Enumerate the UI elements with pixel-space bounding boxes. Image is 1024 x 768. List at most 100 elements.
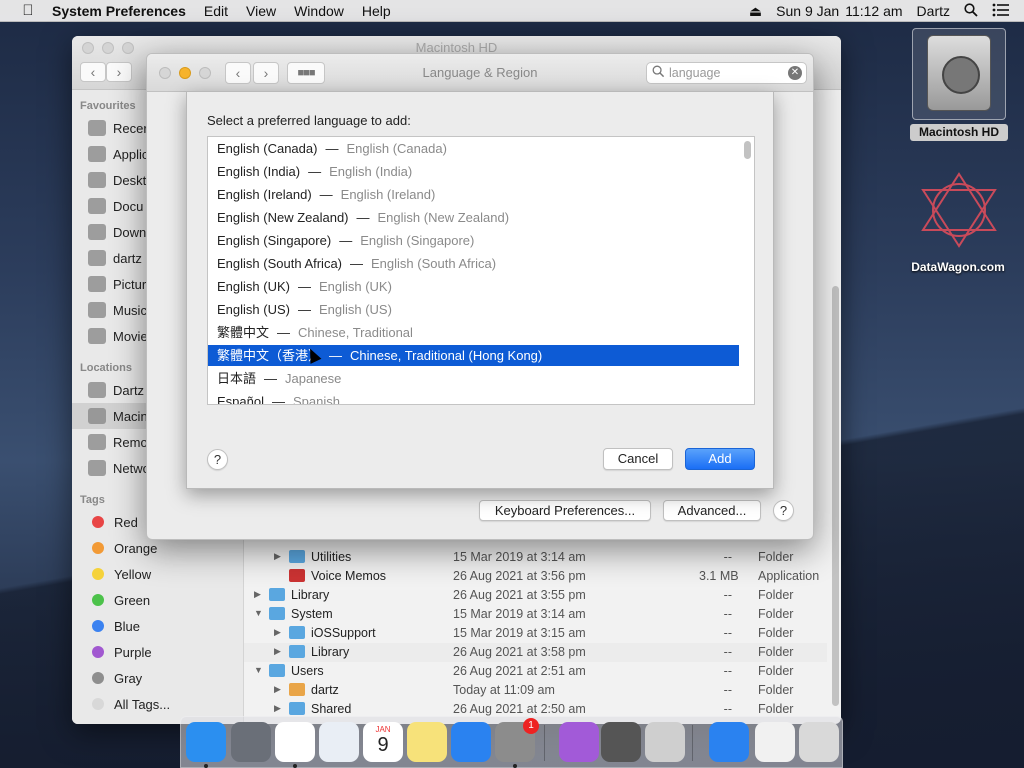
sidebar-item-documents[interactable]: Docu [88,193,143,219]
menu-window[interactable]: Window [294,3,344,19]
sidebar-item-applications[interactable]: Applic [88,141,148,167]
notes-icon[interactable] [407,722,447,762]
spotlight-icon[interactable] [964,2,978,20]
add-language-sheet: Select a preferred language to add: Espa… [186,91,774,489]
table-row[interactable]: Voice Memos 26 Aug 2021 at 3:56 pm 3.1 MB A… [244,567,827,586]
sidebar-tag-4[interactable]: Blue [88,613,140,639]
sidebar-item-remote-disc[interactable]: Remo [88,429,148,455]
sidebar-tag-1[interactable]: Orange [88,535,157,561]
row-kind: Application [758,569,820,583]
sidebar-item-recents[interactable]: Recer [88,115,148,141]
chrome-icon[interactable] [275,722,315,762]
language-list[interactable]: Español — Spanish 日本語 — Japanese 繁體中文（香港） — Chin… [207,136,755,405]
prefs-help-button[interactable]: ? [773,500,794,521]
app-store-folder-icon[interactable] [709,722,749,762]
language-item[interactable]: 繁體中文（香港） — Chinese, Traditional (Hong Kong… [208,345,739,366]
sidebar-item-computer[interactable]: Dartz [88,377,144,403]
disclosure-open-icon[interactable]: ▼ [254,608,263,618]
datawagon-label[interactable]: DataWagon.com [896,260,1020,274]
language-item[interactable]: English (India) — English (India) [208,161,739,182]
language-native-name: English (Ireland) [217,187,312,202]
language-item[interactable]: English (New Zealand) — English (New Zeala… [208,207,739,228]
table-row[interactable]: ▼ Users 26 Aug 2021 at 2:51 am -- Folder [244,662,827,681]
menu-user[interactable]: Dartz [917,3,950,19]
computer-icon [88,382,106,398]
sidebar-tag-7[interactable]: All Tags... [88,691,170,717]
sidebar-item-network[interactable]: Netwo [88,455,150,481]
language-item[interactable]: 繁體中文 — Chinese, Traditional [208,322,739,343]
sidebar-item-home[interactable]: dartz [88,245,142,271]
menu-date[interactable]: Sun 9 Jan [776,3,839,19]
cancel-button[interactable]: Cancel [603,448,673,470]
language-native-name: English (New Zealand) [217,210,349,225]
sidebar-tag-3[interactable]: Green [88,587,150,613]
language-item[interactable]: English (UK) — English (UK) [208,276,739,297]
table-row[interactable]: ▶ dartz Today at 11:09 am -- Folder [244,681,827,700]
sheet-help-button[interactable]: ? [207,449,228,470]
sidebar-item-music[interactable]: Music [88,297,147,323]
table-row[interactable]: ▼ System 15 Mar 2019 at 3:14 am -- Folder [244,605,827,624]
row-name: Users [291,664,324,678]
eject-icon[interactable]: ⏏ [749,3,762,20]
table-row[interactable]: ▶ Library 26 Aug 2021 at 3:55 pm -- Folder [244,586,827,605]
search-input[interactable] [669,65,779,81]
sidebar-item-movies[interactable]: Movie [88,323,148,349]
automator-icon[interactable] [645,722,685,762]
sidebar-item-pictures[interactable]: Pictur [88,271,146,297]
disclosure-closed-icon[interactable]: ▶ [274,646,281,657]
trash-icon[interactable] [799,722,839,762]
launchpad-icon[interactable] [231,722,271,762]
table-row[interactable]: ▶ Utilities 15 Mar 2019 at 3:14 am -- Folder [244,548,827,567]
menu-app-name[interactable]: System Preferences [52,3,186,19]
language-item[interactable]: English (US) — English (US) [208,299,739,320]
disclosure-closed-icon[interactable]: ▶ [274,551,281,562]
disclosure-closed-icon[interactable]: ▶ [254,589,261,600]
language-item[interactable]: English (South Africa) — English (South Af… [208,253,739,274]
datawagon-icon[interactable] [917,170,1001,250]
app-store-icon[interactable] [451,722,491,762]
add-button[interactable]: Add [685,448,755,470]
macintosh-hd-label[interactable]: Macintosh HD [910,124,1008,141]
calculator-icon[interactable] [601,722,641,762]
sidebar-tag-6[interactable]: Gray [88,665,142,691]
system-preferences-icon[interactable]: 1 [495,718,539,762]
menu-edit[interactable]: Edit [204,3,228,19]
siri-icon[interactable] [559,722,599,762]
finder-back-button[interactable]: ‹ [80,62,106,82]
macintosh-hd-icon[interactable] [912,28,1006,120]
keyboard-preferences-button[interactable]: Keyboard Preferences... [479,500,651,521]
finder-icon[interactable] [186,722,226,762]
language-item[interactable]: English (Ireland) — English (Ireland) [208,184,739,205]
document-icon[interactable] [755,722,795,762]
prefs-search[interactable]: ✕ [646,62,807,84]
language-item[interactable]: Español — Spanish [208,391,739,404]
menu-time[interactable]: 11:12 am [845,3,902,19]
disclosure-open-icon[interactable]: ▼ [254,665,263,675]
language-item[interactable]: 日本語 — Japanese [208,368,739,389]
menu-help[interactable]: Help [362,3,391,19]
clear-search-icon[interactable]: ✕ [788,66,802,80]
row-kind: Folder [758,664,794,678]
table-row[interactable]: ▶ Library 26 Aug 2021 at 3:58 pm -- Folder [244,643,827,662]
finder-scrollbar[interactable] [832,286,839,706]
disclosure-closed-icon[interactable]: ▶ [274,684,281,695]
language-item[interactable]: English (Singapore) — English (Singapore) [208,230,739,251]
sidebar-tag-0[interactable]: Red [88,509,138,535]
finder-forward-button[interactable]: › [106,62,132,82]
disclosure-closed-icon[interactable]: ▶ [274,627,281,638]
sidebar-tag-5[interactable]: Purple [88,639,152,665]
table-row[interactable]: ▶ iOSSupport 15 Mar 2019 at 3:15 am -- Folde… [244,624,827,643]
sidebar-tag-2[interactable]: Yellow [88,561,151,587]
menu-view[interactable]: View [246,3,276,19]
apple-menu-icon[interactable]:  [20,2,36,19]
advanced-button[interactable]: Advanced... [663,500,761,521]
sidebar-item-downloads[interactable]: Down [88,219,146,245]
sidebar-item-desktop[interactable]: Deskt [88,167,146,193]
safari-icon[interactable] [319,722,359,762]
notification-center-icon[interactable] [992,3,1010,20]
disclosure-closed-icon[interactable]: ▶ [274,703,281,714]
calendar-icon[interactable]: JAN 9 [363,722,403,762]
language-native-name: English (Canada) [217,141,318,156]
language-list-scrollbar[interactable] [744,141,751,159]
language-item[interactable]: English (Canada) — English (Canada) [208,138,739,159]
